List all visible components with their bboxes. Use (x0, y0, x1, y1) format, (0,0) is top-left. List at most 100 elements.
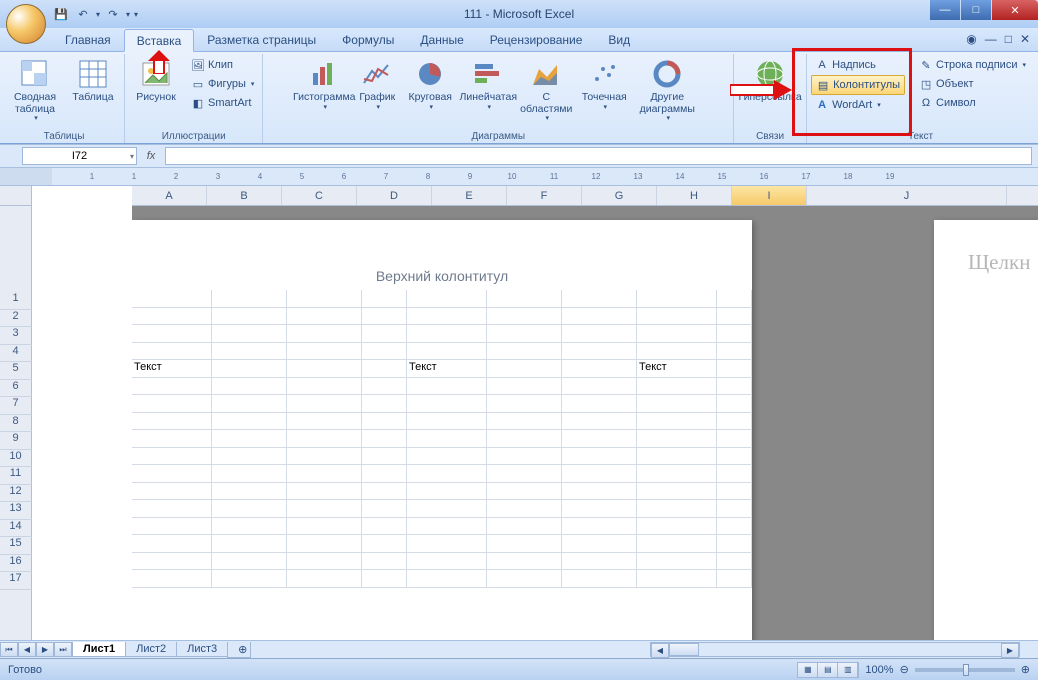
colhdr-I[interactable]: I (732, 186, 807, 205)
colhdr-C[interactable]: C (282, 186, 357, 205)
normal-view-icon[interactable]: ▦ (798, 663, 818, 677)
pivot-table-button[interactable]: Сводная таблица▾ (8, 56, 62, 125)
close-workbook-icon[interactable]: ✕ (1020, 32, 1030, 46)
formula-input[interactable] (165, 147, 1032, 165)
tab-pagelayout[interactable]: Разметка страницы (194, 28, 329, 51)
name-box[interactable]: I72▾ (22, 147, 137, 165)
rowhdr-2[interactable]: 2 (0, 310, 32, 328)
undo-icon[interactable]: ↶ (74, 5, 92, 23)
minimize-button[interactable]: — (930, 0, 960, 20)
minimize-ribbon-icon[interactable]: — (985, 32, 997, 46)
pagebreak-view-icon[interactable]: ▥ (838, 663, 858, 677)
group-text: AНадпись ▤Колонтитулы AWordArt▾ ✎Строка … (807, 54, 1034, 143)
smartart-button[interactable]: ◧SmartArt (187, 94, 258, 112)
rowhdr-5[interactable]: 5 (0, 362, 32, 380)
colhdr-B[interactable]: B (207, 186, 282, 205)
area-chart-button[interactable]: С областями▾ (519, 56, 573, 125)
rowhdr-14[interactable]: 14 (0, 520, 32, 538)
symbol-button[interactable]: ΩСимвол (915, 94, 1030, 112)
sigline-button[interactable]: ✎Строка подписи▾ (915, 56, 1030, 74)
new-sheet-button[interactable]: ⊕ (227, 642, 251, 658)
next-sheet-button[interactable]: ▶ (36, 642, 54, 657)
column-headers[interactable]: ABCDEFGHIJ (132, 186, 1038, 206)
zoom-slider[interactable] (915, 668, 1015, 672)
cells-grid[interactable]: ТекстТекстТекст (132, 290, 752, 588)
pie-chart-button[interactable]: Круговая▾ (403, 56, 457, 113)
colhdr-J[interactable]: J (807, 186, 1007, 205)
fx-button[interactable]: fx (137, 150, 165, 162)
undo-dropdown[interactable]: ▾ (96, 10, 100, 19)
redo-icon[interactable]: ↷ (104, 5, 122, 23)
tab-insert[interactable]: Вставка (124, 29, 195, 52)
first-sheet-button[interactable]: ⏮ (0, 642, 18, 657)
rowhdr-16[interactable]: 16 (0, 555, 32, 573)
rowhdr-1[interactable]: 1 (0, 292, 32, 310)
zoom-out-button[interactable]: ⊖ (900, 663, 909, 676)
prev-sheet-button[interactable]: ◀ (18, 642, 36, 657)
smartart-icon: ◧ (191, 96, 205, 110)
tab-data[interactable]: Данные (407, 28, 476, 51)
last-sheet-button[interactable]: ⏭ (54, 642, 72, 657)
headerfooter-button[interactable]: ▤Колонтитулы (811, 75, 905, 95)
textbox-button[interactable]: AНадпись (811, 56, 905, 74)
restore-window-icon[interactable]: □ (1005, 32, 1012, 46)
row-headers[interactable]: 1234567891011121314151617 (0, 292, 32, 590)
page-1: Верхний колонтитул ТекстТекстТекст (132, 220, 752, 640)
page-2-hint[interactable]: Щелкн (934, 220, 1038, 640)
wordart-button[interactable]: AWordArt▾ (811, 96, 905, 114)
tab-view[interactable]: Вид (595, 28, 643, 51)
line-chart-icon (361, 58, 393, 90)
zoom-in-button[interactable]: ⊕ (1021, 663, 1030, 676)
table-button[interactable]: Таблица (66, 56, 120, 106)
bar-chart-button[interactable]: Линейчатая▾ (461, 56, 515, 113)
rowhdr-8[interactable]: 8 (0, 415, 32, 433)
rowhdr-11[interactable]: 11 (0, 467, 32, 485)
wordart-icon: A (815, 98, 829, 112)
rowhdr-15[interactable]: 15 (0, 537, 32, 555)
group-charts: Гистограмма▾ График▾ Круговая▾ Линейчата… (263, 54, 734, 143)
sheet-tab-1[interactable]: Лист1 (72, 642, 126, 657)
colhdr-D[interactable]: D (357, 186, 432, 205)
zoom-level[interactable]: 100% (865, 664, 893, 676)
rowhdr-13[interactable]: 13 (0, 502, 32, 520)
qat-customize[interactable]: ▾ (134, 10, 138, 19)
header-placeholder[interactable]: Верхний колонтитул (132, 268, 752, 284)
other-charts-button[interactable]: Другие диаграммы▾ (635, 56, 699, 125)
tab-home[interactable]: Главная (52, 28, 124, 51)
rowhdr-3[interactable]: 3 (0, 327, 32, 345)
scatter-chart-button[interactable]: Точечная▾ (577, 56, 631, 113)
object-button[interactable]: ◳Объект (915, 75, 1030, 93)
view-buttons[interactable]: ▦ ▤ ▥ (797, 662, 859, 678)
pivot-icon (19, 58, 51, 90)
rowhdr-7[interactable]: 7 (0, 397, 32, 415)
sheet-tab-2[interactable]: Лист2 (125, 642, 177, 657)
maximize-button[interactable]: □ (961, 0, 991, 20)
column-chart-button[interactable]: Гистограмма▾ (297, 56, 351, 113)
content-area: ABCDEFGHIJ Верхний колонтитул ТекстТекст… (32, 186, 1038, 640)
redo-dropdown[interactable]: ▾ (126, 10, 130, 19)
colhdr-A[interactable]: A (132, 186, 207, 205)
rowhdr-12[interactable]: 12 (0, 485, 32, 503)
horizontal-scrollbar[interactable]: ◀▶ (650, 642, 1020, 657)
tab-formulas[interactable]: Формулы (329, 28, 407, 51)
sheet-tab-3[interactable]: Лист3 (176, 642, 228, 657)
colhdr-E[interactable]: E (432, 186, 507, 205)
rowhdr-17[interactable]: 17 (0, 572, 32, 590)
colhdr-F[interactable]: F (507, 186, 582, 205)
rowhdr-6[interactable]: 6 (0, 380, 32, 398)
save-icon[interactable]: 💾 (52, 5, 70, 23)
rowhdr-10[interactable]: 10 (0, 450, 32, 468)
shapes-button[interactable]: ▭Фигуры▾ (187, 75, 258, 93)
help-icon[interactable]: ◉ (966, 32, 976, 46)
clip-button[interactable]: 🖼Клип (187, 56, 258, 74)
rowhdr-9[interactable]: 9 (0, 432, 32, 450)
pagelayout-view-icon[interactable]: ▤ (818, 663, 838, 677)
colhdr-G[interactable]: G (582, 186, 657, 205)
rowhdr-4[interactable]: 4 (0, 345, 32, 363)
tab-review[interactable]: Рецензирование (477, 28, 596, 51)
line-chart-button[interactable]: График▾ (355, 56, 399, 113)
close-button[interactable]: ✕ (992, 0, 1038, 20)
colhdr-H[interactable]: H (657, 186, 732, 205)
group-illustrations: Рисунок 🖼Клип ▭Фигуры▾ ◧SmartArt Иллюстр… (125, 54, 263, 143)
office-button[interactable] (6, 4, 46, 44)
